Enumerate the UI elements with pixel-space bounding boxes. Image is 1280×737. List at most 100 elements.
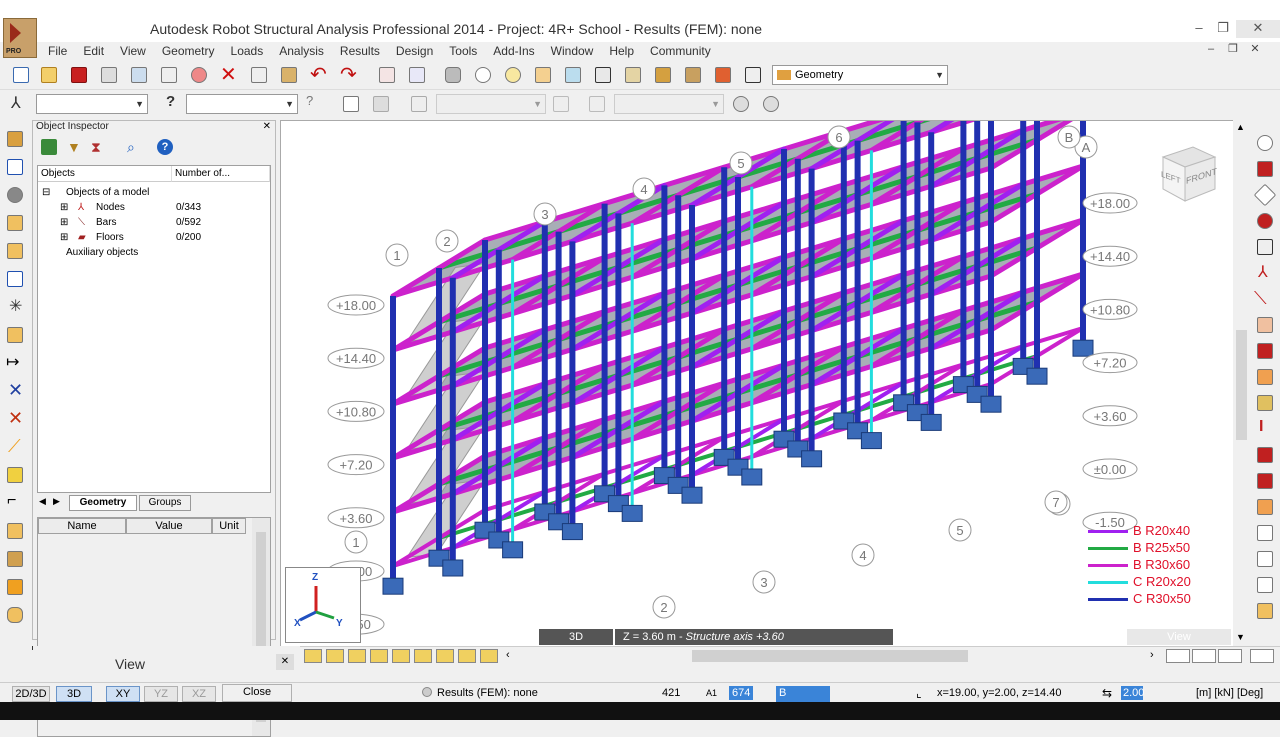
i-beam-icon[interactable]: I — [1254, 418, 1276, 440]
tree-expander-icon[interactable]: ⊞ — [60, 231, 68, 245]
mode-button-8[interactable] — [458, 649, 476, 663]
group-icon[interactable] — [1254, 600, 1276, 622]
redo-icon[interactable]: ↷ — [338, 64, 360, 86]
menu-tools[interactable]: Tools — [441, 42, 485, 60]
close-button[interactable]: Close — [222, 684, 292, 702]
member-icon[interactable] — [550, 93, 572, 115]
selection-number[interactable]: 674 — [729, 686, 754, 700]
toggle-2d3d-button[interactable]: 2D/3D — [12, 686, 50, 702]
menu-geometry[interactable]: Geometry — [154, 42, 223, 60]
menu-help[interactable]: Help — [601, 42, 642, 60]
mode-button-7[interactable] — [436, 649, 454, 663]
display-icon[interactable] — [562, 64, 584, 86]
case-help-icon[interactable]: ? — [302, 93, 324, 115]
extend-icon[interactable]: ⟋ — [4, 436, 26, 458]
col-unit[interactable]: Unit — [212, 518, 246, 534]
stairs-icon[interactable] — [4, 548, 26, 570]
numbering-icon[interactable] — [532, 64, 554, 86]
supports-icon[interactable] — [408, 93, 430, 115]
sections-icon[interactable] — [622, 64, 644, 86]
save-icon[interactable] — [68, 64, 90, 86]
frame-icon[interactable] — [4, 520, 26, 542]
paste-icon[interactable] — [278, 64, 300, 86]
layout-icon[interactable] — [742, 64, 764, 86]
help-select-icon[interactable]: ? — [160, 93, 182, 115]
section-icon[interactable] — [4, 212, 26, 234]
col-name[interactable]: Name — [38, 518, 126, 534]
step-value[interactable]: 2.00 — [1121, 686, 1144, 700]
edit-tool-icon[interactable] — [1192, 649, 1216, 663]
tree-item-aux[interactable]: Auxiliary objects — [66, 246, 138, 260]
release-icon[interactable] — [4, 268, 26, 290]
tab-groups[interactable]: Groups — [139, 495, 191, 511]
component-combo[interactable]: ▼ — [436, 94, 546, 114]
node-select-icon[interactable]: ⅄ — [8, 93, 30, 115]
case-combo[interactable]: ▼ — [186, 94, 298, 114]
mdi-restore-icon[interactable]: ❐ — [1222, 42, 1244, 58]
solid-icon[interactable] — [1254, 496, 1276, 518]
screen-capture-icon[interactable] — [188, 64, 210, 86]
house-icon[interactable] — [340, 93, 362, 115]
node-tool-icon[interactable]: ⅄ — [1254, 262, 1276, 284]
mode-button-3[interactable] — [348, 649, 366, 663]
scroll-down-icon[interactable]: ▼ — [1236, 632, 1245, 642]
tab-geometry[interactable]: Geometry — [69, 495, 137, 511]
col-value[interactable]: Value — [126, 518, 212, 534]
tools-icon[interactable] — [712, 64, 734, 86]
display-settings-icon[interactable] — [1254, 158, 1276, 180]
tree-root[interactable]: Objects of a model — [66, 186, 149, 200]
shapes-icon[interactable] — [1254, 210, 1276, 232]
extra-tool-icon[interactable] — [1250, 649, 1274, 663]
tree-expander-icon[interactable]: ⊞ — [60, 201, 68, 215]
pipe-icon[interactable] — [4, 576, 26, 598]
print-composition-icon[interactable] — [158, 64, 180, 86]
clear-filter-icon[interactable]: ⧗ — [91, 139, 101, 156]
slab-icon[interactable] — [1254, 548, 1276, 570]
view-cube[interactable]: LEFT FRONT — [1153, 143, 1217, 205]
undo-icon[interactable]: ↶ — [308, 64, 330, 86]
intersect-icon[interactable]: ✕ — [4, 380, 26, 402]
mode-button-4[interactable] — [370, 649, 388, 663]
delete-icon[interactable]: ✕ — [218, 64, 240, 86]
materials-icon[interactable] — [652, 64, 674, 86]
lock-icon[interactable] — [442, 64, 464, 86]
tree-expander-icon[interactable]: ⊟ — [42, 186, 50, 200]
support-arrow-icon[interactable]: ↦ — [4, 352, 26, 374]
puzzle-icon[interactable] — [4, 604, 26, 626]
mode-button-1[interactable] — [304, 649, 322, 663]
maximize-icon[interactable]: ❐ — [1212, 20, 1234, 38]
mode-button-2[interactable] — [326, 649, 344, 663]
structure-model[interactable]: +18.00 +14.40 +10.80 +7.20 +3.60 ±0.00 -1.50 +1… — [281, 121, 1233, 646]
search-icon[interactable]: ⌕ — [127, 139, 135, 156]
divide-icon[interactable]: ✕ — [4, 408, 26, 430]
zoom-icon[interactable] — [472, 64, 494, 86]
mode-button-5[interactable] — [392, 649, 410, 663]
bars-tool-icon[interactable] — [1254, 236, 1276, 258]
bar-red-icon[interactable]: ⟍ — [1254, 288, 1276, 310]
tab-scroll-right-icon[interactable]: ▶ — [53, 496, 60, 507]
print-preview-icon[interactable] — [128, 64, 150, 86]
zoom-window-icon[interactable] — [502, 64, 524, 86]
mdi-minimize-icon[interactable]: – — [1200, 43, 1222, 59]
view-yz-button[interactable]: YZ — [144, 686, 178, 702]
cross-icon[interactable]: ✳ — [4, 296, 26, 318]
tree-item-nodes[interactable]: Nodes — [96, 201, 125, 215]
menu-results[interactable]: Results — [332, 42, 388, 60]
release-tool-icon[interactable] — [1254, 366, 1276, 388]
scroll-up-icon[interactable]: ▲ — [1236, 122, 1245, 132]
menu-view[interactable]: View — [112, 42, 154, 60]
tables-icon[interactable] — [376, 64, 398, 86]
close-window-icon[interactable]: ✕ — [1236, 20, 1280, 38]
calc-icon[interactable] — [1254, 522, 1276, 544]
work-plane-info[interactable]: Z = 3.60 m - Structure axis +3.60 — [615, 629, 893, 645]
brush-icon[interactable] — [4, 128, 26, 150]
hscroll-right-icon[interactable]: › — [1150, 649, 1154, 661]
offset-tool-icon[interactable] — [1254, 470, 1276, 492]
hscroll-left-icon[interactable]: ‹ — [506, 649, 510, 661]
menu-community[interactable]: Community — [642, 42, 719, 60]
layout-select[interactable]: Geometry ▼ — [772, 65, 948, 85]
cut-tool-icon[interactable] — [1166, 649, 1190, 663]
section-tool-icon[interactable] — [1254, 444, 1276, 466]
pencil-icon[interactable] — [4, 464, 26, 486]
load-bar-icon[interactable] — [1254, 340, 1276, 362]
